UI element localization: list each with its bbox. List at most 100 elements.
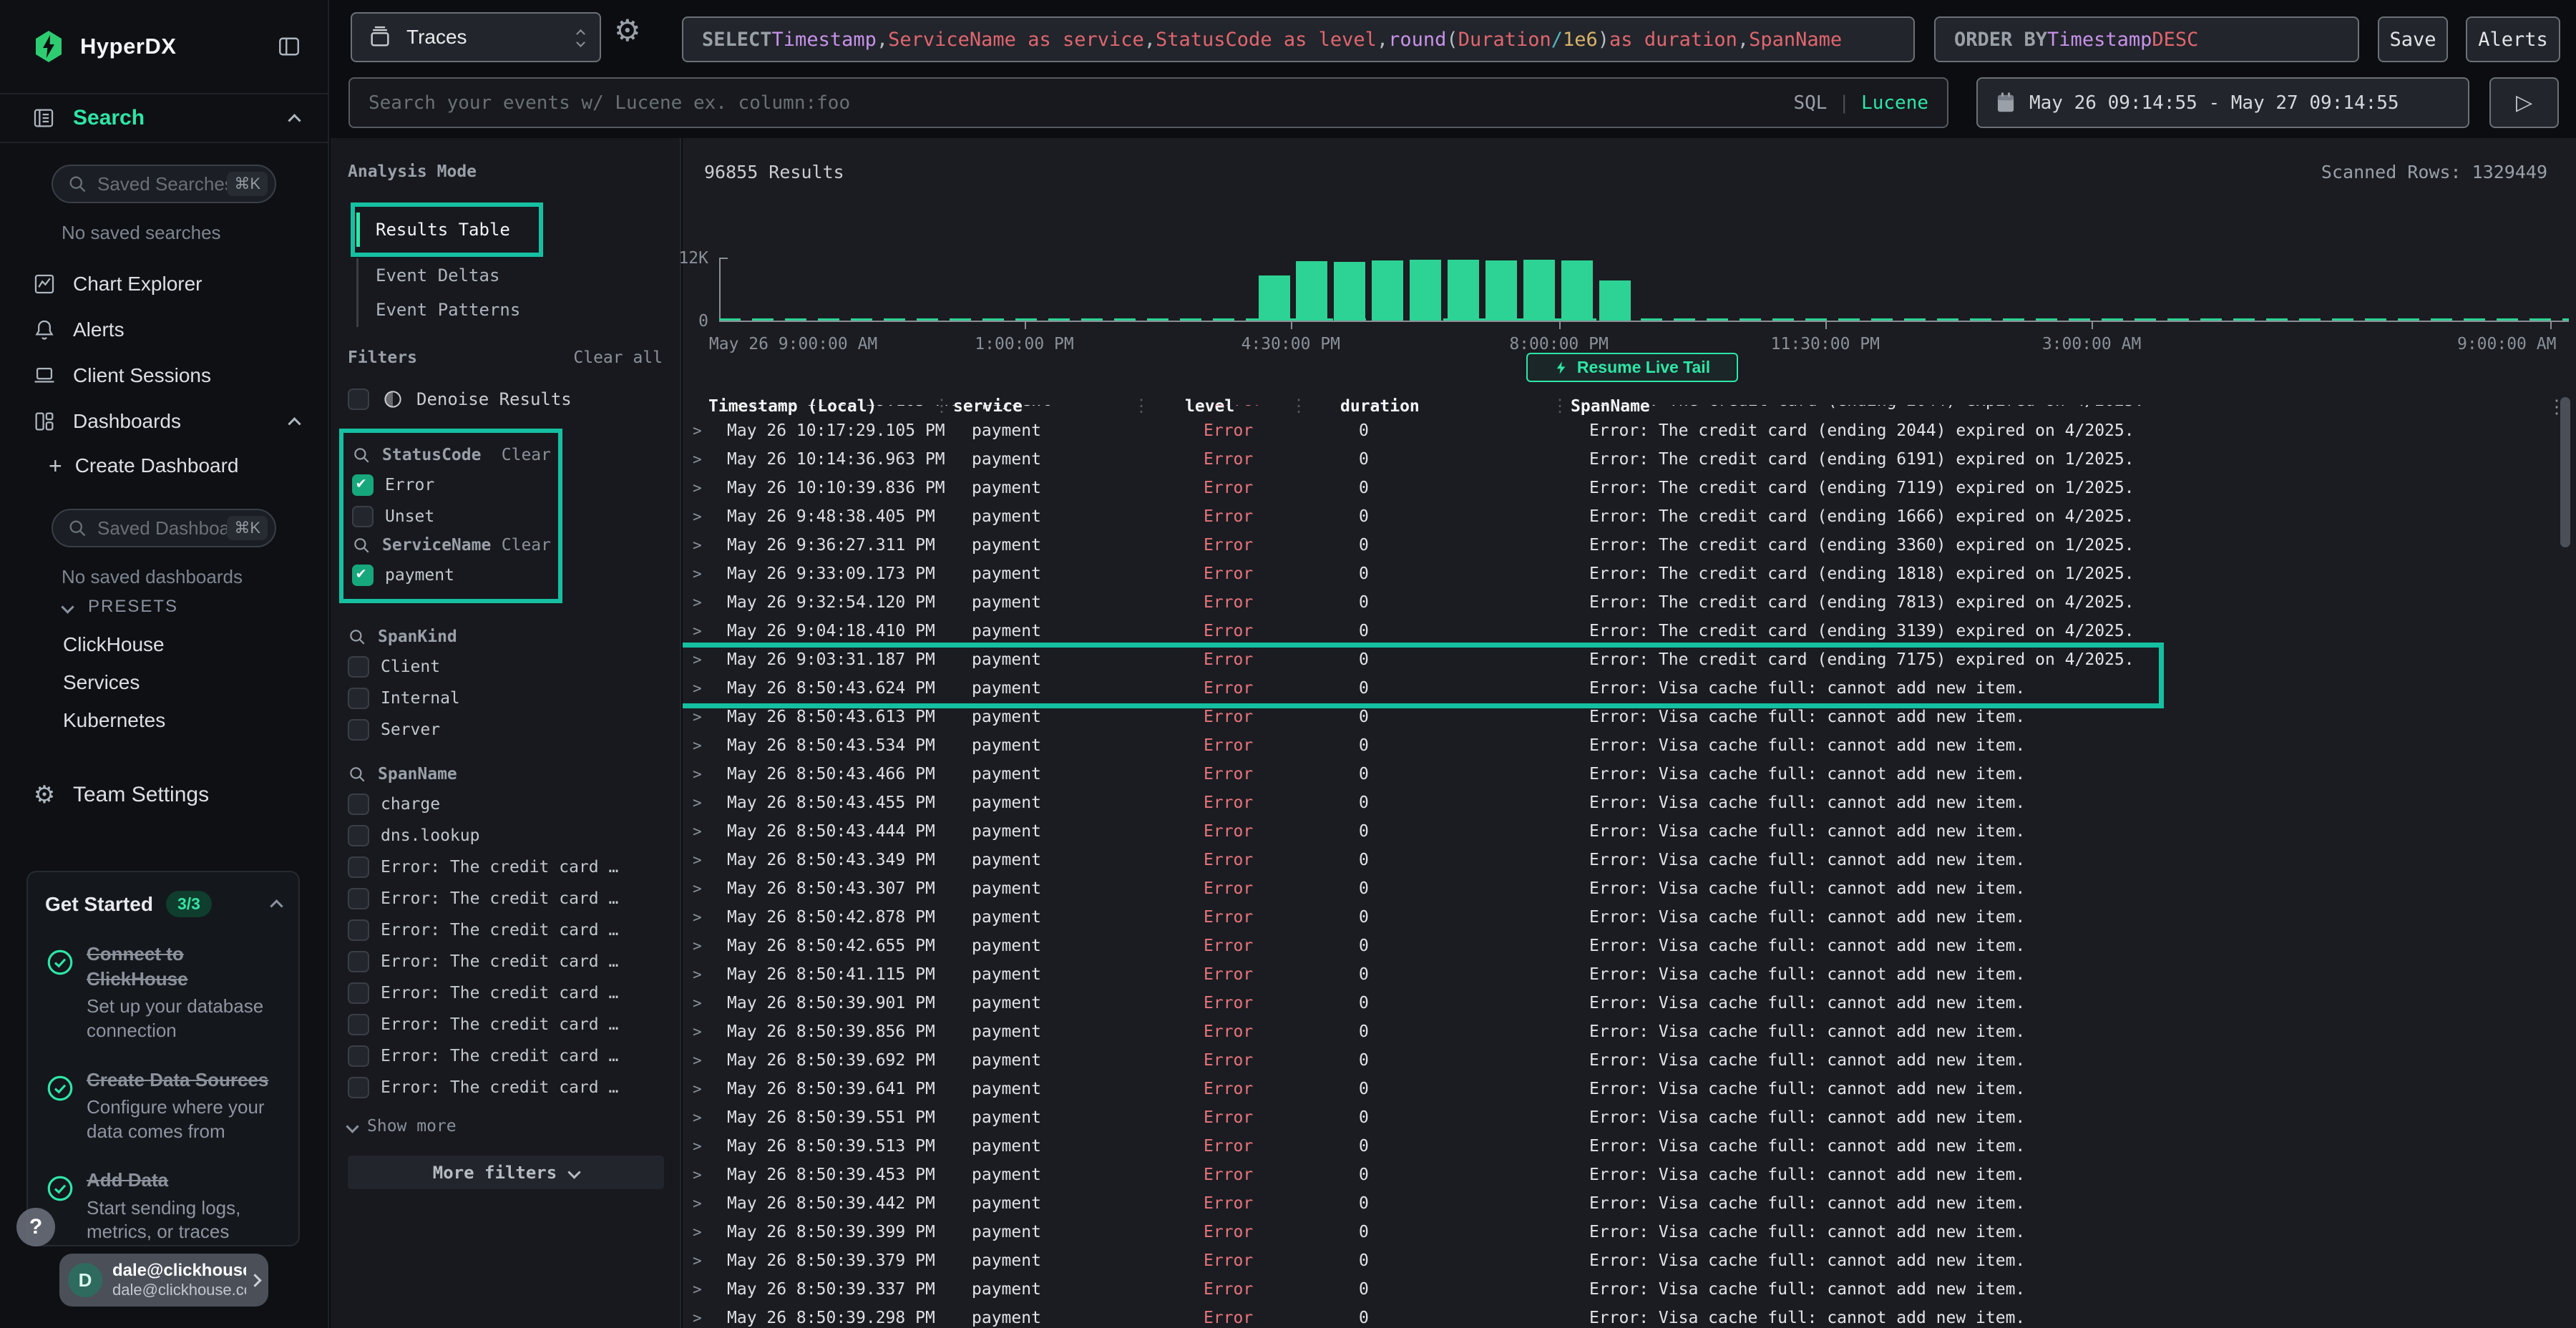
table-row[interactable]: >May 26 10:10:39.836 PMpaymentError0Erro…	[683, 474, 2576, 502]
histogram-bar[interactable]	[1599, 280, 1631, 321]
filter-option[interactable]: Client	[348, 656, 663, 678]
sidebar-item-dashboards[interactable]: Dashboards	[0, 399, 328, 444]
row-expand-chevron-icon[interactable]: >	[693, 651, 711, 668]
filter-option[interactable]: Internal	[348, 688, 663, 709]
histogram-bar[interactable]	[1448, 260, 1479, 321]
row-expand-chevron-icon[interactable]: >	[693, 479, 711, 497]
histogram-bar[interactable]	[1334, 262, 1365, 321]
table-scrollbar-thumb[interactable]	[2560, 397, 2570, 547]
order-by-input[interactable]: ORDER BY Timestamp DESC	[1934, 16, 2359, 62]
select-clause-input[interactable]: SELECT Timestamp, ServiceName as service…	[682, 16, 1915, 62]
filter-checkbox[interactable]	[348, 794, 369, 815]
collapse-sidebar-icon[interactable]	[276, 34, 302, 59]
clear-filter-button[interactable]: Clear	[502, 446, 551, 464]
table-row[interactable]: >May 26 8:50:39.551 PMpaymentError0Error…	[683, 1103, 2576, 1132]
filter-checkbox[interactable]	[352, 506, 374, 527]
table-row[interactable]: >May 26 8:50:43.455 PMpaymentError0Error…	[683, 788, 2576, 817]
row-expand-chevron-icon[interactable]: >	[693, 1052, 711, 1069]
filter-checkbox[interactable]	[348, 656, 369, 678]
table-row[interactable]: >May 26 8:50:39.399 PMpaymentError0Error…	[683, 1218, 2576, 1246]
row-expand-chevron-icon[interactable]: >	[693, 1023, 711, 1040]
row-expand-chevron-icon[interactable]: >	[693, 794, 711, 811]
denoise-results-option[interactable]: Denoise Results	[348, 389, 663, 410]
row-expand-chevron-icon[interactable]: >	[693, 680, 711, 697]
lucene-toggle[interactable]: Lucene	[1861, 92, 1928, 114]
table-row[interactable]: >May 26 8:50:43.466 PMpaymentError0Error…	[683, 760, 2576, 788]
presets-toggle[interactable]: PRESETS	[0, 588, 328, 625]
table-row[interactable]: >May 26 8:50:39.298 PMpaymentError0Error…	[683, 1304, 2576, 1328]
filter-option[interactable]: payment	[352, 565, 551, 586]
filter-option[interactable]: Server	[348, 719, 663, 741]
row-expand-chevron-icon[interactable]: >	[693, 1109, 711, 1126]
sidebar-item-preset-clickhouse[interactable]: ClickHouse	[0, 625, 328, 663]
row-expand-chevron-icon[interactable]: >	[693, 708, 711, 726]
create-dashboard-button[interactable]: + Create Dashboard	[0, 444, 328, 487]
row-expand-chevron-icon[interactable]: >	[693, 422, 711, 439]
table-row[interactable]: >May 26 10:17:29.105 PMpaymentError0Erro…	[683, 416, 2576, 445]
filter-checkbox[interactable]	[348, 825, 369, 846]
filter-checkbox[interactable]	[348, 719, 369, 741]
filter-option[interactable]: dns.lookup	[348, 825, 663, 846]
sidebar-item-chart-explorer[interactable]: Chart Explorer	[0, 261, 328, 307]
results-histogram[interactable]: 12K 0 May 26 9:00:00 AM1:00:00 PM4:30:00…	[683, 195, 2576, 374]
search-input[interactable]: Search your events w/ Lucene ex. column:…	[348, 77, 1948, 128]
sidebar-item-preset-services[interactable]: Services	[0, 663, 328, 701]
filter-checkbox[interactable]	[348, 982, 369, 1004]
filter-checkbox[interactable]	[348, 856, 369, 878]
filter-checkbox[interactable]	[348, 1077, 369, 1098]
histogram-bar[interactable]	[1410, 260, 1441, 321]
table-row[interactable]: >May 26 8:50:41.115 PMpaymentError0Error…	[683, 960, 2576, 989]
table-row[interactable]: >May 26 8:50:39.337 PMpaymentError0Error…	[683, 1275, 2576, 1304]
filter-option[interactable]: Error: The credit card …	[348, 951, 663, 972]
row-expand-chevron-icon[interactable]: >	[693, 594, 711, 611]
filter-checkbox[interactable]	[348, 919, 369, 941]
filter-option[interactable]: Unset	[352, 506, 551, 527]
table-row[interactable]: >May 26 8:50:39.856 PMpaymentError0Error…	[683, 1017, 2576, 1046]
filter-option[interactable]: Error: The credit card …	[348, 1077, 663, 1098]
histogram-bar[interactable]	[1372, 260, 1403, 321]
analysis-mode-event-patterns[interactable]: Event Patterns	[356, 293, 663, 327]
sidebar-item-search[interactable]: Search	[0, 93, 328, 143]
denoise-checkbox[interactable]	[348, 389, 369, 410]
filter-checkbox[interactable]	[348, 951, 369, 972]
table-row[interactable]: >May 26 8:50:42.878 PMpaymentError0Error…	[683, 903, 2576, 932]
row-expand-chevron-icon[interactable]: >	[693, 508, 711, 525]
row-expand-chevron-icon[interactable]: >	[693, 1252, 711, 1269]
row-expand-chevron-icon[interactable]: >	[693, 851, 711, 869]
sql-toggle[interactable]: SQL	[1793, 92, 1827, 114]
sidebar-item-alerts[interactable]: Alerts	[0, 307, 328, 353]
help-button[interactable]: ?	[16, 1208, 55, 1246]
histogram-bar[interactable]	[1523, 260, 1555, 321]
row-expand-chevron-icon[interactable]: >	[693, 737, 711, 754]
filter-option[interactable]: Error: The credit card …	[348, 919, 663, 941]
row-expand-chevron-icon[interactable]: >	[693, 766, 711, 783]
sidebar-item-team-settings[interactable]: ⚙ Team Settings	[0, 772, 328, 818]
save-button[interactable]: Save	[2378, 16, 2448, 62]
table-row[interactable]: >May 26 10:17:29.105 PMpaymentError0Erro…	[683, 405, 2576, 416]
saved-searches-input[interactable]: Saved Searches ⌘K	[52, 165, 276, 203]
alerts-button[interactable]: Alerts	[2466, 16, 2560, 62]
table-row[interactable]: >May 26 8:50:43.624 PMpaymentError0Error…	[683, 674, 2576, 703]
analysis-mode-event-deltas[interactable]: Event Deltas	[356, 258, 663, 293]
source-select[interactable]: Traces	[351, 12, 601, 62]
row-expand-chevron-icon[interactable]: >	[693, 909, 711, 926]
table-row[interactable]: >May 26 8:50:43.613 PMpaymentError0Error…	[683, 703, 2576, 731]
row-expand-chevron-icon[interactable]: >	[693, 937, 711, 954]
table-row[interactable]: >May 26 9:03:31.187 PMpaymentError0Error…	[683, 645, 2576, 674]
row-expand-chevron-icon[interactable]: >	[693, 1080, 711, 1098]
table-row[interactable]: >May 26 8:50:39.901 PMpaymentError0Error…	[683, 989, 2576, 1017]
get-started-item[interactable]: Add DataStart sending logs, metrics, or …	[45, 1168, 281, 1244]
table-row[interactable]: >May 26 8:50:39.513 PMpaymentError0Error…	[683, 1132, 2576, 1161]
show-more-button[interactable]: Show more	[348, 1117, 663, 1136]
row-expand-chevron-icon[interactable]: >	[693, 995, 711, 1012]
row-expand-chevron-icon[interactable]: >	[693, 451, 711, 468]
more-filters-button[interactable]: More filters	[348, 1156, 664, 1189]
filter-option[interactable]: Error	[352, 474, 551, 496]
row-expand-chevron-icon[interactable]: >	[693, 1281, 711, 1298]
clear-all-button[interactable]: Clear all	[573, 348, 663, 367]
histogram-bar[interactable]	[1259, 275, 1290, 321]
table-row[interactable]: >May 26 9:36:27.311 PMpaymentError0Error…	[683, 531, 2576, 560]
table-row[interactable]: >May 26 8:50:39.453 PMpaymentError0Error…	[683, 1161, 2576, 1189]
table-row[interactable]: >May 26 8:50:43.349 PMpaymentError0Error…	[683, 846, 2576, 874]
row-expand-chevron-icon[interactable]: >	[703, 405, 721, 409]
